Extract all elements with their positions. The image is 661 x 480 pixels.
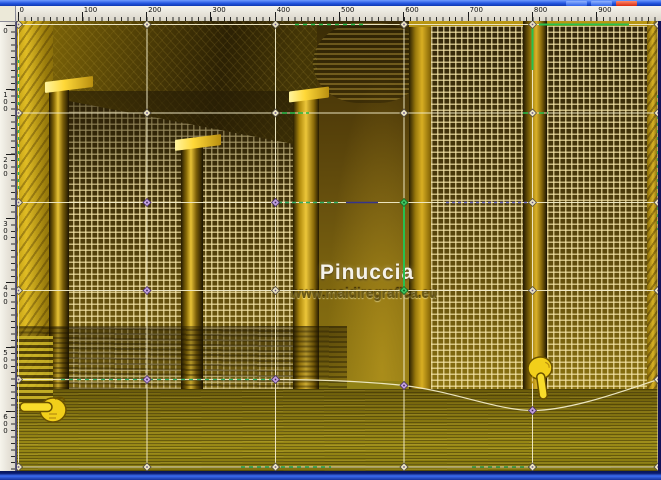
ruler-label: 400	[1, 284, 10, 306]
ruler-label: 300	[1, 219, 10, 241]
mesh-node[interactable]	[399, 380, 409, 391]
ruler-tick	[146, 12, 148, 21]
ruler-tick	[81, 12, 83, 21]
mesh-node[interactable]	[527, 462, 538, 471]
mesh-node[interactable]	[142, 108, 152, 118]
mesh-node[interactable]	[142, 21, 152, 30]
mesh-node[interactable]	[17, 108, 24, 118]
ruler-corner	[0, 6, 16, 22]
ruler-label: 100	[1, 91, 10, 113]
ruler-tick	[6, 25, 15, 26]
mesh-node[interactable]	[527, 21, 538, 30]
ruler-label: 300	[212, 6, 226, 14]
ruler-tick	[531, 12, 533, 21]
ruler-tick	[403, 12, 405, 21]
mesh-node[interactable]	[399, 21, 409, 30]
mesh-node[interactable]	[527, 405, 538, 416]
ruler-label: 500	[1, 348, 10, 370]
ruler-tick	[6, 89, 15, 91]
ruler-label: 0	[1, 27, 10, 34]
ruler-label: 700	[469, 6, 483, 14]
mesh-node[interactable]	[142, 285, 152, 296]
ruler-tick	[6, 410, 15, 412]
mesh-node[interactable]	[527, 197, 538, 208]
ruler-tick	[6, 153, 15, 155]
ruler-label: 0	[19, 6, 24, 14]
mesh-node[interactable]	[270, 285, 281, 296]
ruler-tick	[6, 217, 15, 219]
ruler-label: 200	[1, 155, 10, 177]
mesh-node[interactable]	[399, 285, 409, 296]
mesh-node[interactable]	[527, 285, 538, 296]
ruler-tick	[17, 12, 19, 21]
ruler-label: 400	[276, 6, 291, 14]
ruler-tick	[210, 12, 212, 21]
ruler-label: 500	[341, 6, 355, 14]
ruler-label: 600	[405, 6, 419, 14]
ruler-tick	[339, 12, 340, 21]
ruler-label: 100	[83, 6, 98, 14]
mesh-node[interactable]	[399, 108, 409, 118]
mesh-node[interactable]	[399, 197, 409, 208]
ruler-tick	[467, 12, 469, 21]
ruler-tick	[274, 12, 276, 21]
hand-pointing-left-cursor	[19, 396, 67, 423]
ruler-label: 800	[533, 6, 548, 14]
mesh-node[interactable]	[270, 21, 281, 30]
ruler-tick	[596, 12, 598, 21]
image-canvas[interactable]: Pinuccia www.maidiregrafica.eu	[16, 21, 659, 471]
horizontal-ruler: 0 100 200 300 400 500 600 700 800 900	[0, 6, 661, 22]
mesh-node[interactable]	[270, 197, 281, 208]
hand-pointing-down-cursor	[527, 356, 553, 400]
window-bottom-border[interactable]	[0, 471, 661, 480]
mesh-node[interactable]	[17, 462, 24, 471]
mesh-warp-grid[interactable]	[17, 21, 659, 471]
mesh-node[interactable]	[270, 108, 281, 118]
mesh-node[interactable]	[142, 462, 152, 471]
application-window: 0 100 200 300 400 500 600 700 800 900 0 100 200 300 4…	[0, 0, 661, 480]
ruler-tick	[6, 346, 15, 348]
mesh-node[interactable]	[142, 197, 152, 208]
vertical-ruler: 0 100 200 300 400 500 600	[0, 21, 16, 471]
mesh-node[interactable]	[17, 374, 24, 385]
mesh-node[interactable]	[17, 21, 24, 30]
mesh-warped-line[interactable]	[18, 378, 659, 412]
mesh-node[interactable]	[527, 108, 538, 118]
ruler-label: 900	[598, 6, 612, 14]
ruler-tick	[6, 282, 15, 284]
mesh-node[interactable]	[17, 285, 24, 296]
ruler-label: 200	[148, 6, 162, 14]
mesh-node[interactable]	[270, 462, 281, 471]
ruler-label: 600	[1, 412, 10, 434]
mesh-node[interactable]	[17, 197, 24, 208]
mesh-node[interactable]	[399, 462, 409, 471]
mesh-node[interactable]	[142, 374, 152, 385]
mesh-node[interactable]	[270, 374, 281, 385]
